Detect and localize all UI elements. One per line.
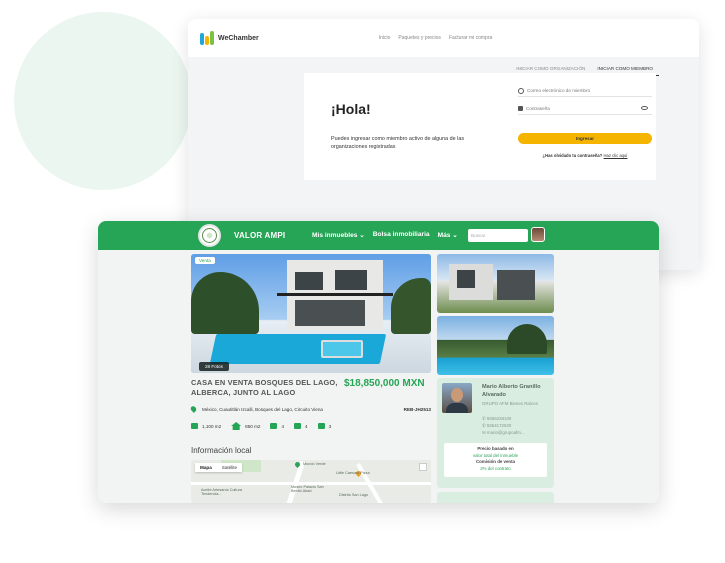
intro-text: Puedes ingresar como miembro activo de a…	[331, 136, 465, 150]
agent-company: GRUPO AFM Bienes Raíces	[482, 401, 538, 406]
agent-email[interactable]: ✉ mario@grupoafm...	[482, 430, 525, 436]
property-title: CASA EN VENTA BOSQUES DEL LAGO, ALBERCA,…	[191, 378, 338, 397]
map[interactable]: Mapa Satélite Mundo Verde Little Caesars…	[191, 460, 431, 503]
property-window: VALOR AMPI Mis inmuebles ⌄ Bolsa inmobil…	[98, 221, 659, 503]
thumbnail-photo-1[interactable]	[437, 254, 554, 313]
commission-line-4: 2% del contrato	[480, 465, 511, 471]
password-field[interactable]: Contraseña	[518, 103, 652, 115]
property-header: VALOR AMPI Mis inmuebles ⌄ Bolsa inmobil…	[98, 221, 659, 250]
avatar[interactable]	[531, 227, 545, 242]
property-location: México, Cuautitlán Izcalli, Bosques del …	[189, 405, 431, 413]
agent-card: Mario Alberto Granillo Alvarado GRUPO AF…	[437, 378, 554, 488]
reference-code: REB-JH2513	[403, 406, 431, 412]
map-label-5: Aceite Artesanía Cultura Tendencia...	[201, 488, 242, 496]
spec-bathrooms: 4	[294, 423, 308, 429]
property-specs: 1,100 m2 850 m2 4 4 3	[191, 422, 331, 430]
nav-bolsa[interactable]: Bolsa inmobiliaria	[373, 231, 430, 239]
spec-land: 1,100 m2	[191, 423, 221, 429]
eye-icon[interactable]	[641, 106, 648, 110]
spec-built: 850 m2	[231, 422, 260, 430]
ampi-seal-icon	[198, 224, 221, 247]
email-placeholder: Correo electrónico de miembro	[527, 88, 591, 93]
thumbnail-photo-2[interactable]	[437, 316, 554, 375]
forgot-link[interactable]: Haz clic aquí	[604, 153, 628, 158]
secondary-card	[437, 492, 554, 503]
agent-photo	[442, 383, 472, 413]
area-icon	[191, 423, 198, 429]
main-nav: Mis inmuebles ⌄ Bolsa inmobiliaria Más ⌄	[312, 231, 458, 239]
wechamber-logo-icon	[200, 31, 214, 45]
tab-satelite[interactable]: Satélite	[217, 463, 242, 472]
login-header: WeChamber Inicio Paquetes y precios Fact…	[188, 19, 699, 57]
photos-count-badge[interactable]: 28 Fotos	[199, 362, 229, 371]
agent-phone-1[interactable]: ✆ 5556228100	[482, 416, 511, 422]
login-card: ¡Hola! Puedes ingresar como miembro acti…	[304, 73, 656, 180]
agent-phone-2[interactable]: ✆ 5554172520	[482, 423, 511, 429]
map-label-2: Little Caesars Pizza	[336, 471, 370, 475]
email-field[interactable]: Correo electrónico de miembro	[518, 85, 652, 97]
main-photo[interactable]: Venta 28 Fotos	[191, 254, 431, 373]
page: WeChamber Inicio Paquetes y precios Fact…	[0, 0, 725, 563]
greeting: ¡Hola!	[331, 101, 371, 117]
location-text: México, Cuautitlán Izcalli, Bosques del …	[202, 406, 323, 412]
top-nav: Inicio Paquetes y precios Facturar mi co…	[379, 35, 493, 41]
brand-ampi: AMPI	[264, 231, 286, 240]
decorative-circle	[14, 12, 192, 190]
map-label-1: Mundo Verde	[303, 462, 326, 466]
nav-mas[interactable]: Más ⌄	[438, 231, 458, 239]
valor-logo[interactable]: VALOR AMPI	[234, 231, 285, 240]
bed-icon	[270, 423, 278, 429]
user-icon	[518, 87, 524, 94]
nav-paquetes[interactable]: Paquetes y precios	[398, 35, 441, 41]
nav-inicio[interactable]: Inicio	[379, 35, 391, 41]
search-input[interactable]: Buscar	[468, 229, 528, 242]
property-body: Venta 28 Fotos CASA EN VENTA BOSQUES DEL…	[98, 250, 659, 503]
commission-box: Precio basado en valor total del inmuebl…	[444, 443, 547, 477]
house-icon	[231, 422, 242, 430]
map-label-3: Museo Palacio San Benito Abad	[291, 485, 324, 493]
bath-icon	[294, 423, 302, 429]
sale-badge: Venta	[195, 257, 215, 264]
nav-mis-inmuebles[interactable]: Mis inmuebles ⌄	[312, 231, 365, 239]
forgot-password: ¿Has olvidado tu contraseña? Haz clic aq…	[518, 153, 652, 158]
property-price: $18,850,000 MXN	[344, 378, 425, 389]
nav-facturar[interactable]: Facturar mi compra	[449, 35, 492, 41]
brand-valor: VALOR	[234, 231, 263, 240]
map-label-4: Distrito San Lago	[339, 493, 369, 497]
map-type-tabs: Mapa Satélite	[195, 463, 243, 472]
password-placeholder: Contraseña	[526, 106, 550, 111]
local-info-heading: Información local	[191, 446, 252, 455]
tab-mapa[interactable]: Mapa	[195, 463, 217, 472]
lock-icon	[518, 106, 523, 111]
brand-name: WeChamber	[218, 34, 259, 42]
location-pin-icon	[189, 405, 198, 413]
forgot-question: ¿Has olvidado tu contraseña?	[542, 153, 603, 158]
spec-parking: 3	[317, 423, 331, 429]
parking-icon	[317, 423, 325, 429]
agent-name: Mario Alberto Granillo Alvarado	[482, 384, 541, 398]
fullscreen-icon[interactable]	[419, 463, 427, 471]
ingresar-button[interactable]: Ingresar	[518, 133, 652, 144]
spec-bedrooms: 4	[270, 423, 284, 429]
